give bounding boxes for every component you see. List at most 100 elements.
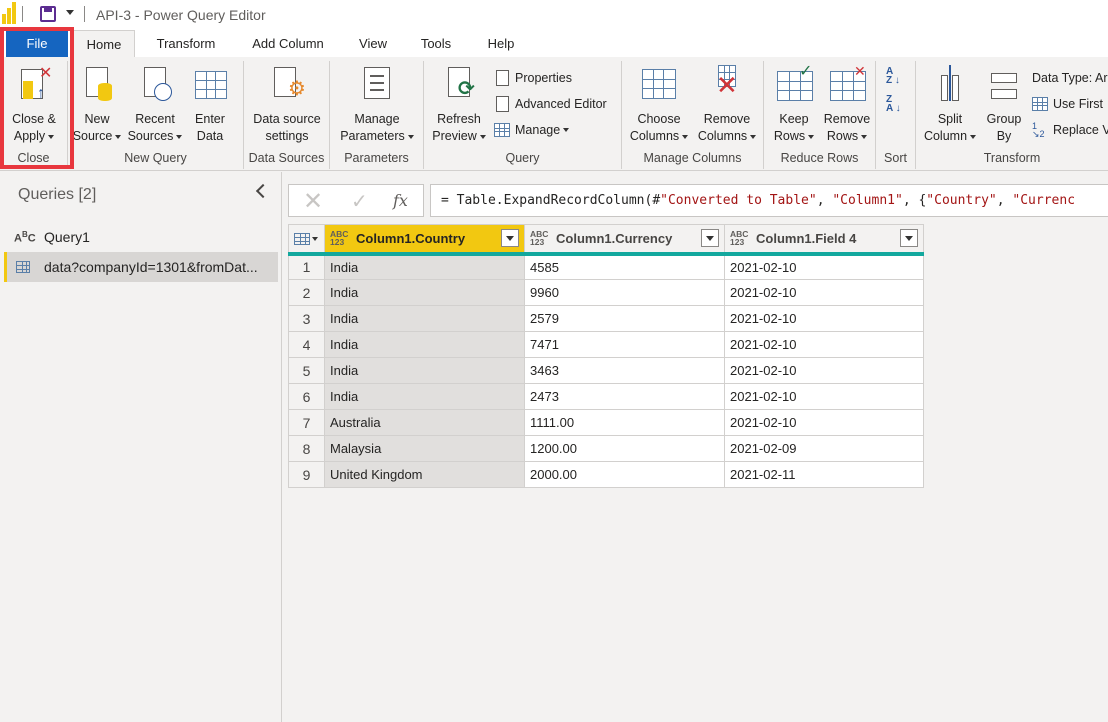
save-icon[interactable]: [40, 6, 56, 22]
tab-home[interactable]: Home: [73, 30, 135, 57]
new-source-button[interactable]: New Source: [70, 65, 124, 145]
cell-country[interactable]: India: [324, 383, 525, 410]
use-first-row-label: Use First: [1053, 97, 1103, 111]
any-type-icon[interactable]: ABC 123: [530, 230, 550, 247]
split-column-label-line1: Split: [937, 112, 963, 126]
use-first-row-button[interactable]: Use First: [1032, 93, 1103, 115]
cell-field4[interactable]: 2021-02-10: [724, 409, 924, 436]
advanced-editor-button[interactable]: Advanced Editor: [494, 93, 607, 115]
column-name: Column1.Currency: [556, 230, 673, 246]
remove-rows-button[interactable]: ✕ Remove Rows: [820, 63, 874, 145]
any-type-icon[interactable]: ABC 123: [330, 230, 350, 247]
cell-field4[interactable]: 2021-02-10: [724, 253, 924, 280]
choose-columns-button[interactable]: Choose Columns: [626, 65, 692, 145]
cell-country[interactable]: United Kingdom: [324, 461, 525, 488]
any-type-icon[interactable]: ABC 123: [730, 230, 750, 247]
table-row[interactable]: 6 India 2473 2021-02-10: [288, 383, 924, 410]
table-row[interactable]: 7 Australia 1111.00 2021-02-10: [288, 409, 924, 436]
cell-currency[interactable]: 2473: [524, 383, 725, 410]
tab-transform[interactable]: Transform: [150, 30, 222, 57]
cell-field4[interactable]: 2021-02-10: [724, 279, 924, 306]
keep-rows-label-line1: Keep: [779, 112, 809, 126]
keep-rows-button[interactable]: ✓ Keep Rows: [768, 63, 820, 145]
group-label-transform: Transform: [983, 151, 1041, 165]
refresh-preview-button[interactable]: ⟳ Refresh Preview: [428, 65, 490, 145]
filter-dropdown-icon[interactable]: [900, 229, 918, 248]
tab-view[interactable]: View: [350, 30, 396, 57]
split-column-button[interactable]: Split Column: [920, 65, 980, 145]
close-apply-label-line2: Apply: [4, 128, 64, 145]
formula-input[interactable]: = Table.ExpandRecordColumn(#"Converted t…: [430, 184, 1108, 217]
cell-field4[interactable]: 2021-02-10: [724, 357, 924, 384]
cell-currency[interactable]: 2579: [524, 305, 725, 332]
sort-ascending-icon[interactable]: AZ ↓: [886, 67, 908, 89]
tab-file[interactable]: File: [6, 30, 68, 57]
remove-columns-button[interactable]: ✕ Remove Columns: [694, 65, 760, 145]
cell-currency[interactable]: 1200.00: [524, 435, 725, 462]
table-row[interactable]: 2 India 9960 2021-02-10: [288, 279, 924, 306]
split-column-label-line2: Column: [920, 128, 980, 145]
query-item[interactable]: ABC Query1: [4, 222, 278, 252]
properties-button[interactable]: Properties: [494, 67, 572, 89]
refresh-preview-label-line2: Preview: [428, 128, 490, 145]
table-row[interactable]: 8 Malaysia 1200.00 2021-02-09: [288, 435, 924, 462]
cell-currency[interactable]: 7471: [524, 331, 725, 358]
cell-currency[interactable]: 1111.00: [524, 409, 725, 436]
collapse-pane-icon[interactable]: [255, 183, 271, 199]
data-type-dropdown[interactable]: Data Type: Ar: [1032, 67, 1108, 89]
query-item-selected[interactable]: data?companyId=1301&fromDat...: [4, 252, 278, 282]
column-header-currency[interactable]: ABC 123 Column1.Currency: [524, 224, 725, 256]
table-row[interactable]: 4 India 7471 2021-02-10: [288, 331, 924, 358]
table-row[interactable]: 9 United Kingdom 2000.00 2021-02-11: [288, 461, 924, 488]
table-row[interactable]: 1 India 4585 2021-02-10: [288, 253, 924, 280]
table-row[interactable]: 3 India 2579 2021-02-10: [288, 305, 924, 332]
cell-currency[interactable]: 3463: [524, 357, 725, 384]
manage-parameters-button[interactable]: Manage Parameters: [334, 65, 420, 145]
manage-parameters-icon: [360, 65, 394, 105]
table-row[interactable]: 5 India 3463 2021-02-10: [288, 357, 924, 384]
cell-country[interactable]: India: [324, 357, 525, 384]
cell-field4[interactable]: 2021-02-10: [724, 331, 924, 358]
filter-dropdown-icon[interactable]: [501, 229, 519, 248]
close-apply-button[interactable]: ✕ ↑ Close & Apply: [4, 65, 64, 145]
group-by-button[interactable]: Group By: [980, 65, 1028, 145]
cell-currency[interactable]: 4585: [524, 253, 725, 280]
cell-currency[interactable]: 2000.00: [524, 461, 725, 488]
column-header-field4[interactable]: ABC 123 Column1.Field 4: [724, 224, 924, 256]
title-bar: API-3 - Power Query Editor: [0, 0, 1108, 30]
cell-field4[interactable]: 2021-02-10: [724, 305, 924, 332]
cell-country[interactable]: India: [324, 253, 525, 280]
fx-icon[interactable]: fx: [393, 191, 408, 210]
cell-country[interactable]: India: [324, 279, 525, 306]
group-label-new-query: New Query: [124, 151, 187, 165]
window-title: API-3 - Power Query Editor: [96, 7, 266, 23]
new-source-label-line2: Source: [70, 128, 124, 145]
commit-formula-icon[interactable]: ✓: [351, 189, 368, 214]
group-label-data-sources: Data Sources: [248, 151, 325, 165]
cell-country[interactable]: India: [324, 305, 525, 332]
cancel-formula-icon[interactable]: ✕: [303, 187, 323, 216]
column-header-country[interactable]: ABC 123 Column1.Country: [324, 224, 525, 256]
cell-field4[interactable]: 2021-02-09: [724, 435, 924, 462]
tab-help[interactable]: Help: [478, 30, 524, 57]
table-corner-menu[interactable]: [288, 224, 325, 256]
query-item-label: data?companyId=1301&fromDat...: [44, 259, 258, 275]
cell-field4[interactable]: 2021-02-11: [724, 461, 924, 488]
manage-button[interactable]: Manage: [494, 119, 570, 141]
tab-tools[interactable]: Tools: [412, 30, 460, 57]
replace-values-button[interactable]: 1 ↘2 Replace V: [1032, 119, 1108, 141]
sort-descending-icon[interactable]: ZA ↓: [886, 95, 908, 117]
recent-sources-button[interactable]: Recent Sources: [126, 65, 184, 145]
filter-dropdown-icon[interactable]: [701, 229, 719, 248]
cell-country[interactable]: India: [324, 331, 525, 358]
cell-currency[interactable]: 9960: [524, 279, 725, 306]
cell-country[interactable]: Australia: [324, 409, 525, 436]
data-source-settings-button[interactable]: ⚙ Data source settings: [246, 65, 328, 145]
ribbon-group-sort: AZ ↓ ZA ↓ Sort: [876, 61, 916, 169]
cell-field4[interactable]: 2021-02-10: [724, 383, 924, 410]
tab-add-column[interactable]: Add Column: [244, 30, 332, 57]
enter-data-button[interactable]: Enter Data: [188, 65, 232, 145]
enter-data-label-line1: Enter: [195, 112, 225, 126]
cell-country[interactable]: Malaysia: [324, 435, 525, 462]
quick-access-dropdown-icon[interactable]: [66, 10, 74, 15]
